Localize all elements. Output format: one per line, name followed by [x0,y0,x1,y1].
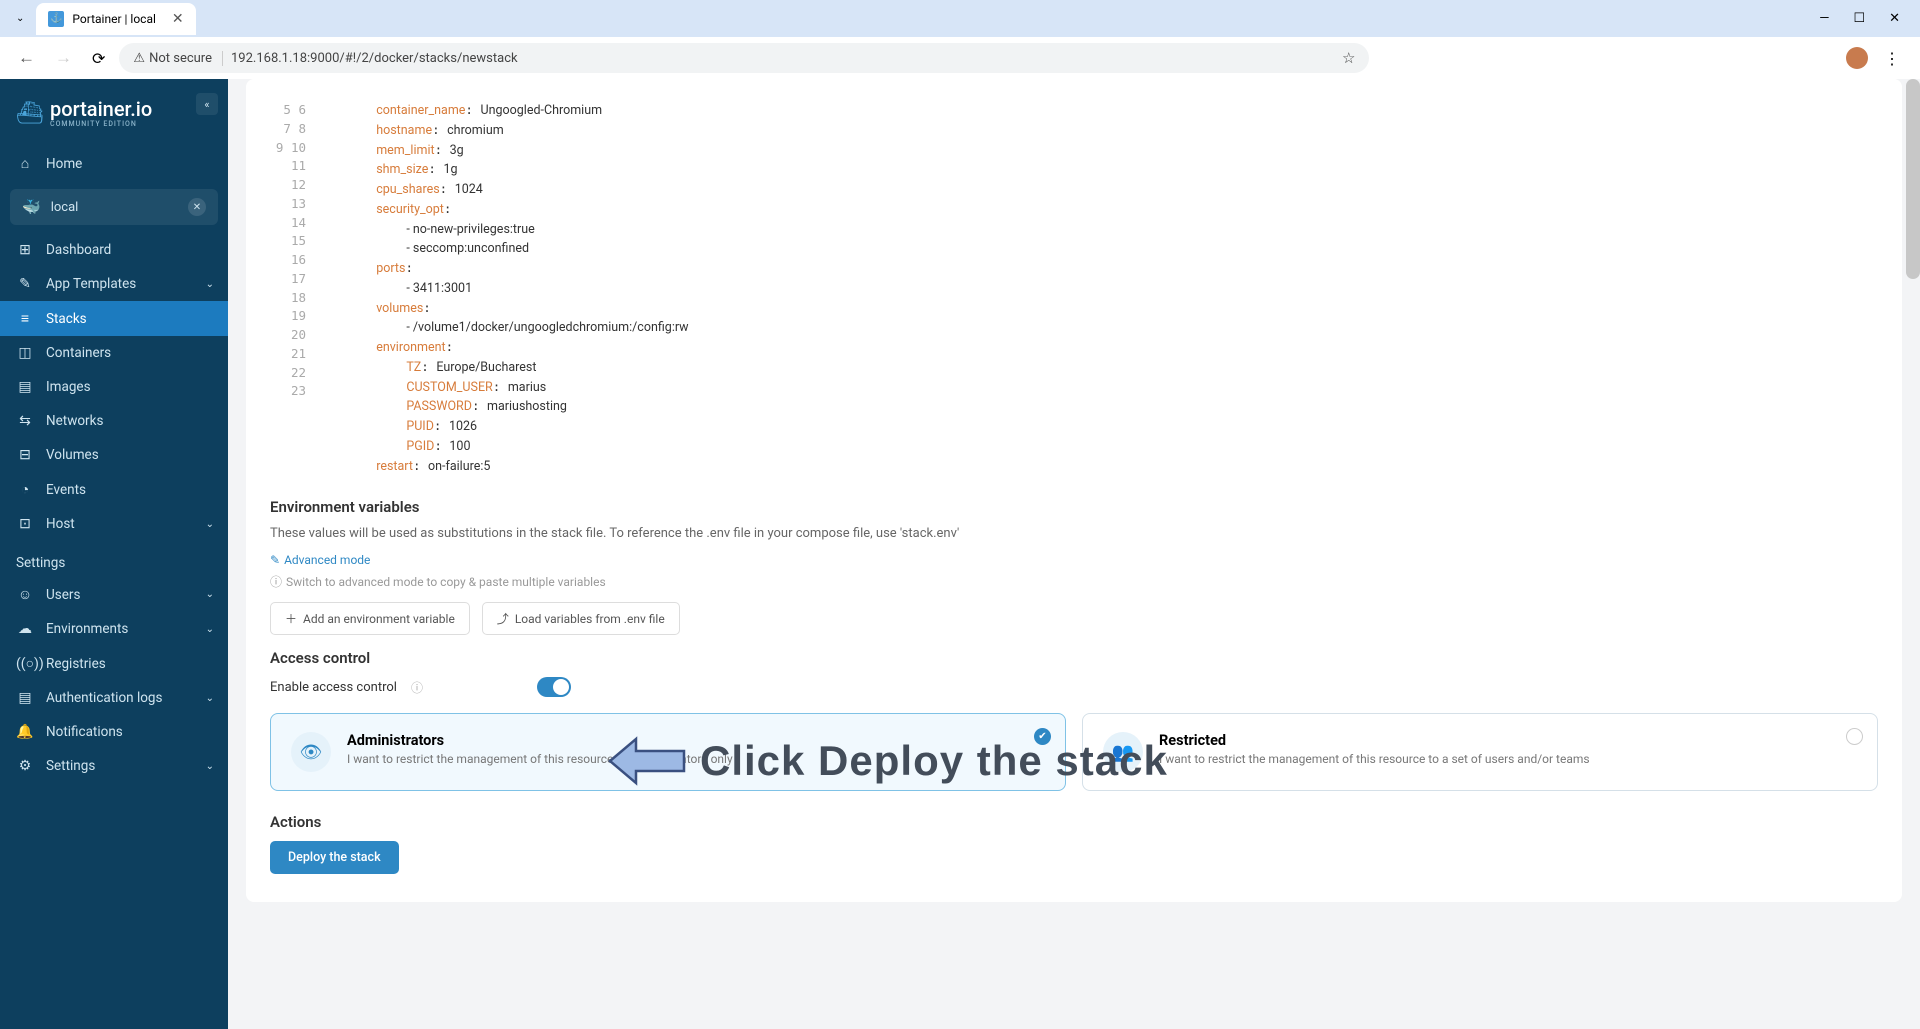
nav-icon: ◔ [16,481,34,498]
access-section-title: Access control [270,649,1878,667]
nav-icon: ⊡ [16,516,34,532]
radio-unchecked-icon [1846,728,1863,745]
access-option-restricted[interactable]: 👥 Restricted I want to restrict the mana… [1082,713,1878,791]
nav-icon: ☁ [16,621,34,637]
sidebar-item-users[interactable]: ☺Users⌄ [0,577,228,612]
sidebar-collapse-button[interactable]: « [196,93,218,115]
chevron-down-icon: ⌄ [206,279,214,290]
nav-icon: ((○)) [16,655,34,672]
eye-off-icon: 👁 [291,732,331,772]
portainer-logo-icon: ⛴ [16,100,44,128]
environment-selector[interactable]: 🐳 local ✕ [10,189,218,225]
chevron-down-icon: ⌄ [206,519,214,530]
yaml-body[interactable]: container_name: Ungoogled-Chromium hostn… [316,97,1878,480]
url-text: 192.168.1.18:9000/#!/2/docker/stacks/new… [231,51,1334,66]
users-icon: 👥 [1103,732,1143,772]
not-secure-badge[interactable]: ⚠ Not secure [133,51,223,66]
settings-section-label: Settings [0,541,228,577]
access-option-administrators[interactable]: 👁 Administrators I want to restrict the … [270,713,1066,791]
tab-favicon-icon: ⚓ [48,11,64,27]
sidebar-item-volumes[interactable]: ⊟Volumes [0,438,228,472]
url-field[interactable]: ⚠ Not secure 192.168.1.18:9000/#!/2/dock… [119,43,1369,73]
sidebar-item-registries[interactable]: ((○))Registries [0,646,228,681]
sidebar-item-containers[interactable]: ◫Containers [0,336,228,370]
actions-section-title: Actions [270,813,1878,831]
chevron-down-icon: ⌄ [206,624,214,635]
enable-access-label: Enable access control [270,680,397,695]
forward-icon: → [49,44,78,72]
nav-icon: ▤ [16,379,34,395]
sidebar-item-images[interactable]: ▤Images [0,370,228,404]
nav-icon: ≡ [16,310,34,327]
nav-icon: ⚙ [16,758,34,774]
tab-dropdown[interactable]: ⌄ [8,13,32,24]
check-icon: ✔ [1034,728,1051,745]
info-icon: ⓘ [270,573,282,590]
line-gutter: 5 6 7 8 9 10 11 12 13 14 15 16 17 18 19 … [270,97,316,480]
browser-tab[interactable]: ⚓ Portainer | local ✕ [36,3,195,35]
docker-icon: 🐳 [22,198,41,216]
chevron-down-icon: ⌄ [206,589,214,600]
nav-icon: ✎ [16,276,34,292]
sidebar-item-app-templates[interactable]: ✎App Templates⌄ [0,267,228,301]
home-icon: ⌂ [16,155,34,172]
plus-icon: ＋ [285,610,297,627]
nav-icon: ⇆ [16,413,34,429]
advanced-mode-info: ⓘ Switch to advanced mode to copy & past… [270,573,606,590]
close-window-icon[interactable]: ✕ [1889,11,1900,26]
sidebar-item-notifications[interactable]: 🔔Notifications [0,715,228,749]
sidebar-item-settings[interactable]: ⚙Settings⌄ [0,749,228,783]
sidebar-item-events[interactable]: ◔Events [0,472,228,507]
deploy-stack-button[interactable]: Deploy the stack [270,841,399,874]
tab-title: Portainer | local [72,12,156,26]
window-controls: — ☐ ✕ [1819,11,1912,26]
add-env-var-button[interactable]: ＋ Add an environment variable [270,602,470,635]
reload-icon[interactable]: ⟳ [86,45,111,72]
sidebar-item-authentication-logs[interactable]: ▤Authentication logs⌄ [0,681,228,715]
nav-icon: ◫ [16,345,34,361]
advanced-mode-link[interactable]: ✎ Advanced mode [270,553,370,567]
portainer-logo[interactable]: ⛴ portainer.io COMMUNITY EDITION [0,91,228,146]
browser-menu-icon[interactable]: ⋮ [1876,49,1908,68]
yaml-editor[interactable]: 5 6 7 8 9 10 11 12 13 14 15 16 17 18 19 … [270,97,1878,480]
browser-tab-bar: ⌄ ⚓ Portainer | local ✕ — ☐ ✕ [0,0,1920,37]
sidebar: ⛴ portainer.io COMMUNITY EDITION « ⌂ Hom… [0,79,228,1029]
scrollbar[interactable] [1906,79,1920,279]
edit-icon: ✎ [270,553,280,567]
sidebar-item-host[interactable]: ⊡Host⌄ [0,507,228,541]
nav-icon: 🔔 [16,724,34,740]
sidebar-item-stacks[interactable]: ≡Stacks [0,301,228,336]
tab-close-icon[interactable]: ✕ [172,11,184,27]
bookmark-icon[interactable]: ☆ [1342,49,1355,67]
chevron-down-icon: ⌄ [206,693,214,704]
profile-avatar[interactable] [1846,47,1868,69]
sidebar-item-dashboard[interactable]: ⊞Dashboard [0,233,228,267]
nav-icon: ▤ [16,690,34,706]
nav-icon: ⊟ [16,447,34,463]
sidebar-item-home[interactable]: ⌂ Home [0,146,228,181]
warning-icon: ⚠ [133,51,145,66]
upload-icon: ⤴ [497,610,509,627]
help-icon[interactable]: ⓘ [411,679,423,696]
env-section-title: Environment variables [270,498,1878,516]
back-icon[interactable]: ← [12,44,41,72]
main-content: 5 6 7 8 9 10 11 12 13 14 15 16 17 18 19 … [228,79,1920,1029]
sidebar-item-networks[interactable]: ⇆Networks [0,404,228,438]
nav-icon: ⊞ [16,242,34,258]
sidebar-item-environments[interactable]: ☁Environments⌄ [0,612,228,646]
chevron-down-icon: ⌄ [206,761,214,772]
nav-icon: ☺ [16,586,34,603]
close-env-icon[interactable]: ✕ [188,198,206,216]
minimize-icon[interactable]: — [1819,11,1829,26]
load-env-file-button[interactable]: ⤴ Load variables from .env file [482,602,680,635]
access-toggle[interactable] [537,677,571,697]
maximize-icon[interactable]: ☐ [1853,11,1865,26]
env-section-desc: These values will be used as substitutio… [270,526,1878,541]
url-bar: ← → ⟳ ⚠ Not secure 192.168.1.18:9000/#!/… [0,37,1920,79]
